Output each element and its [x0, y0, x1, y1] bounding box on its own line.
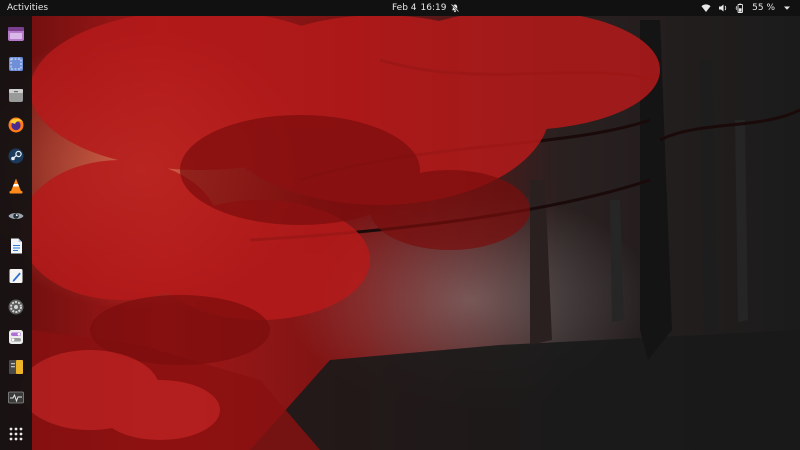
- dock-item-system-monitor[interactable]: [6, 388, 26, 408]
- firefox-icon: [8, 117, 24, 133]
- eye-icon: [8, 213, 24, 219]
- dock-item-image-viewer[interactable]: [6, 206, 26, 226]
- chevron-down-icon: [782, 3, 792, 13]
- toggle-switches-icon: [9, 330, 23, 344]
- date-label: Feb 4: [392, 3, 417, 13]
- archive-icon: [9, 360, 23, 374]
- top-bar: Activities Feb 4 16:19 55 %: [0, 0, 800, 16]
- activities-button[interactable]: Activities: [7, 0, 48, 16]
- monitor-graph-icon: [8, 391, 24, 404]
- battery-percentage: 55 %: [752, 3, 775, 13]
- wifi-icon: [701, 3, 711, 13]
- dock-item-vlc[interactable]: [6, 176, 26, 196]
- desktop-wallpaper: [0, 0, 800, 450]
- pencil-note-icon: [9, 269, 23, 283]
- notifications-off-icon: [450, 3, 460, 13]
- battery-icon: [735, 3, 745, 13]
- system-tray[interactable]: 55 %: [701, 0, 792, 16]
- dock-item-screen-recorder[interactable]: [6, 24, 26, 44]
- dock-item-text-editor[interactable]: [6, 266, 26, 286]
- dock-item-firefox[interactable]: [6, 115, 26, 135]
- vlc-cone-icon: [9, 178, 23, 194]
- dock-item-tweaks[interactable]: [6, 327, 26, 347]
- dock-item-steam[interactable]: [6, 146, 26, 166]
- steam-icon: [8, 148, 24, 164]
- gear-icon: [8, 299, 24, 315]
- clock-button[interactable]: Feb 4 16:19: [392, 0, 460, 16]
- dock-item-files[interactable]: [6, 85, 26, 105]
- document-icon: [11, 238, 22, 254]
- app-grid-icon: [9, 427, 23, 441]
- folder-icon: [9, 89, 23, 102]
- volume-icon: [718, 3, 728, 13]
- dock-item-archive-manager[interactable]: [6, 357, 26, 377]
- screen-recorder-icon: [8, 27, 24, 41]
- dock-item-screenshot-tool[interactable]: [6, 54, 26, 74]
- dock-item-settings[interactable]: [6, 297, 26, 317]
- dock: [0, 16, 32, 450]
- time-label: 16:19: [420, 3, 447, 13]
- show-applications-button[interactable]: [6, 424, 26, 444]
- wallpaper-forest-art: [20, 10, 800, 450]
- dock-item-writer[interactable]: [6, 236, 26, 256]
- screenshot-icon: [9, 57, 23, 71]
